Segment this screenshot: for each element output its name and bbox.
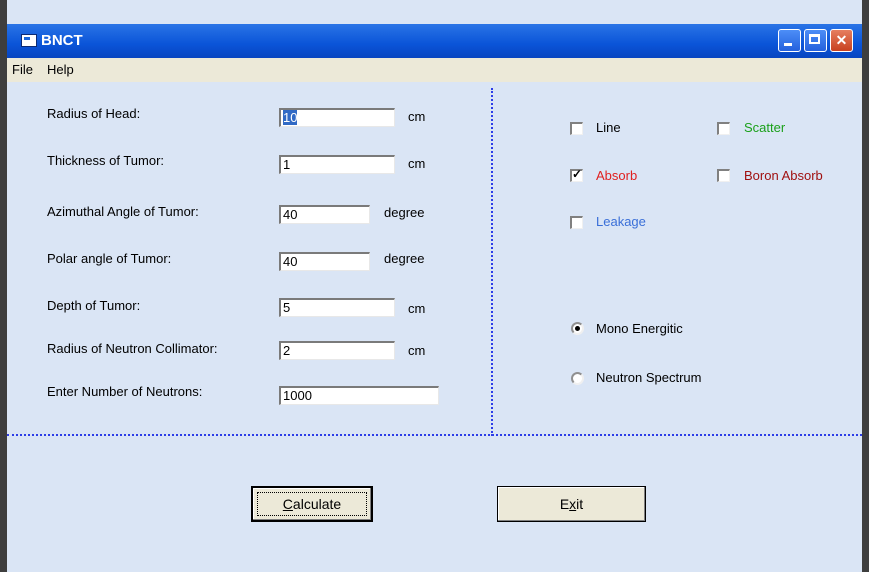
mono-energitic-radio[interactable] [571,322,584,335]
leakage-label[interactable]: Leakage [596,214,646,229]
number-of-neutrons-input[interactable]: 1000 [279,386,439,405]
radius-of-collimator-unit: cm [408,343,426,358]
radius-of-head-unit: cm [408,109,426,124]
close-button[interactable]: ✕ [830,29,853,52]
polar-angle-label: Polar angle of Tumor: [47,251,172,266]
window-title: BNCT [41,32,83,49]
number-of-neutrons-label: Enter Number of Neutrons: [47,384,203,399]
minimize-icon [779,30,800,51]
menu-bar: File Help [7,58,862,82]
mono-energitic-label[interactable]: Mono Energitic [596,321,683,336]
maximize-button[interactable] [804,29,827,52]
depth-of-tumor-label: Depth of Tumor: [47,298,141,313]
vertical-divider [491,88,493,436]
neutron-spectrum-radio[interactable] [571,372,584,385]
bnct-window: BNCT ✕ File Help Radius of Head: 10 cm T… [0,0,869,572]
scatter-checkbox[interactable] [717,122,730,135]
close-icon: ✕ [835,32,848,48]
menu-help[interactable]: Help [47,62,74,77]
scatter-label[interactable]: Scatter [744,120,785,135]
thickness-of-tumor-label: Thickness of Tumor: [47,153,165,168]
maximize-icon [805,30,826,51]
boron-absorb-label[interactable]: Boron Absorb [744,168,823,183]
thickness-of-tumor-input[interactable]: 1 [279,155,395,174]
polar-angle-input[interactable]: 40 [279,252,370,271]
horizontal-divider [7,434,862,436]
absorb-checkbox[interactable] [570,167,583,182]
polar-angle-unit: degree [384,251,425,266]
depth-of-tumor-unit: cm [408,301,426,316]
radius-of-collimator-input[interactable]: 2 [279,341,395,360]
app-icon [21,34,37,47]
absorb-label[interactable]: Absorb [596,168,637,183]
radius-of-collimator-label: Radius of Neutron Collimator: [47,341,218,356]
thickness-of-tumor-unit: cm [408,156,426,171]
menu-file[interactable]: File [12,62,33,77]
line-checkbox[interactable] [570,122,583,135]
calculate-button[interactable]: Calculate [251,486,373,522]
radius-of-head-label: Radius of Head: [47,106,141,121]
line-label[interactable]: Line [596,120,621,135]
radius-of-head-input[interactable]: 10 [279,108,395,127]
leakage-checkbox[interactable] [570,216,583,229]
minimize-button[interactable] [778,29,801,52]
main-panel: Radius of Head: 10 cm Thickness of Tumor… [7,82,862,572]
azimuthal-angle-label: Azimuthal Angle of Tumor: [47,204,199,219]
exit-button[interactable]: Exit [497,486,646,522]
boron-absorb-checkbox[interactable] [717,169,730,182]
title-bar[interactable]: BNCT ✕ [7,24,862,58]
azimuthal-angle-unit: degree [384,205,425,220]
depth-of-tumor-input[interactable]: 5 [279,298,395,317]
azimuthal-angle-input[interactable]: 40 [279,205,370,224]
neutron-spectrum-label[interactable]: Neutron Spectrum [596,370,702,385]
